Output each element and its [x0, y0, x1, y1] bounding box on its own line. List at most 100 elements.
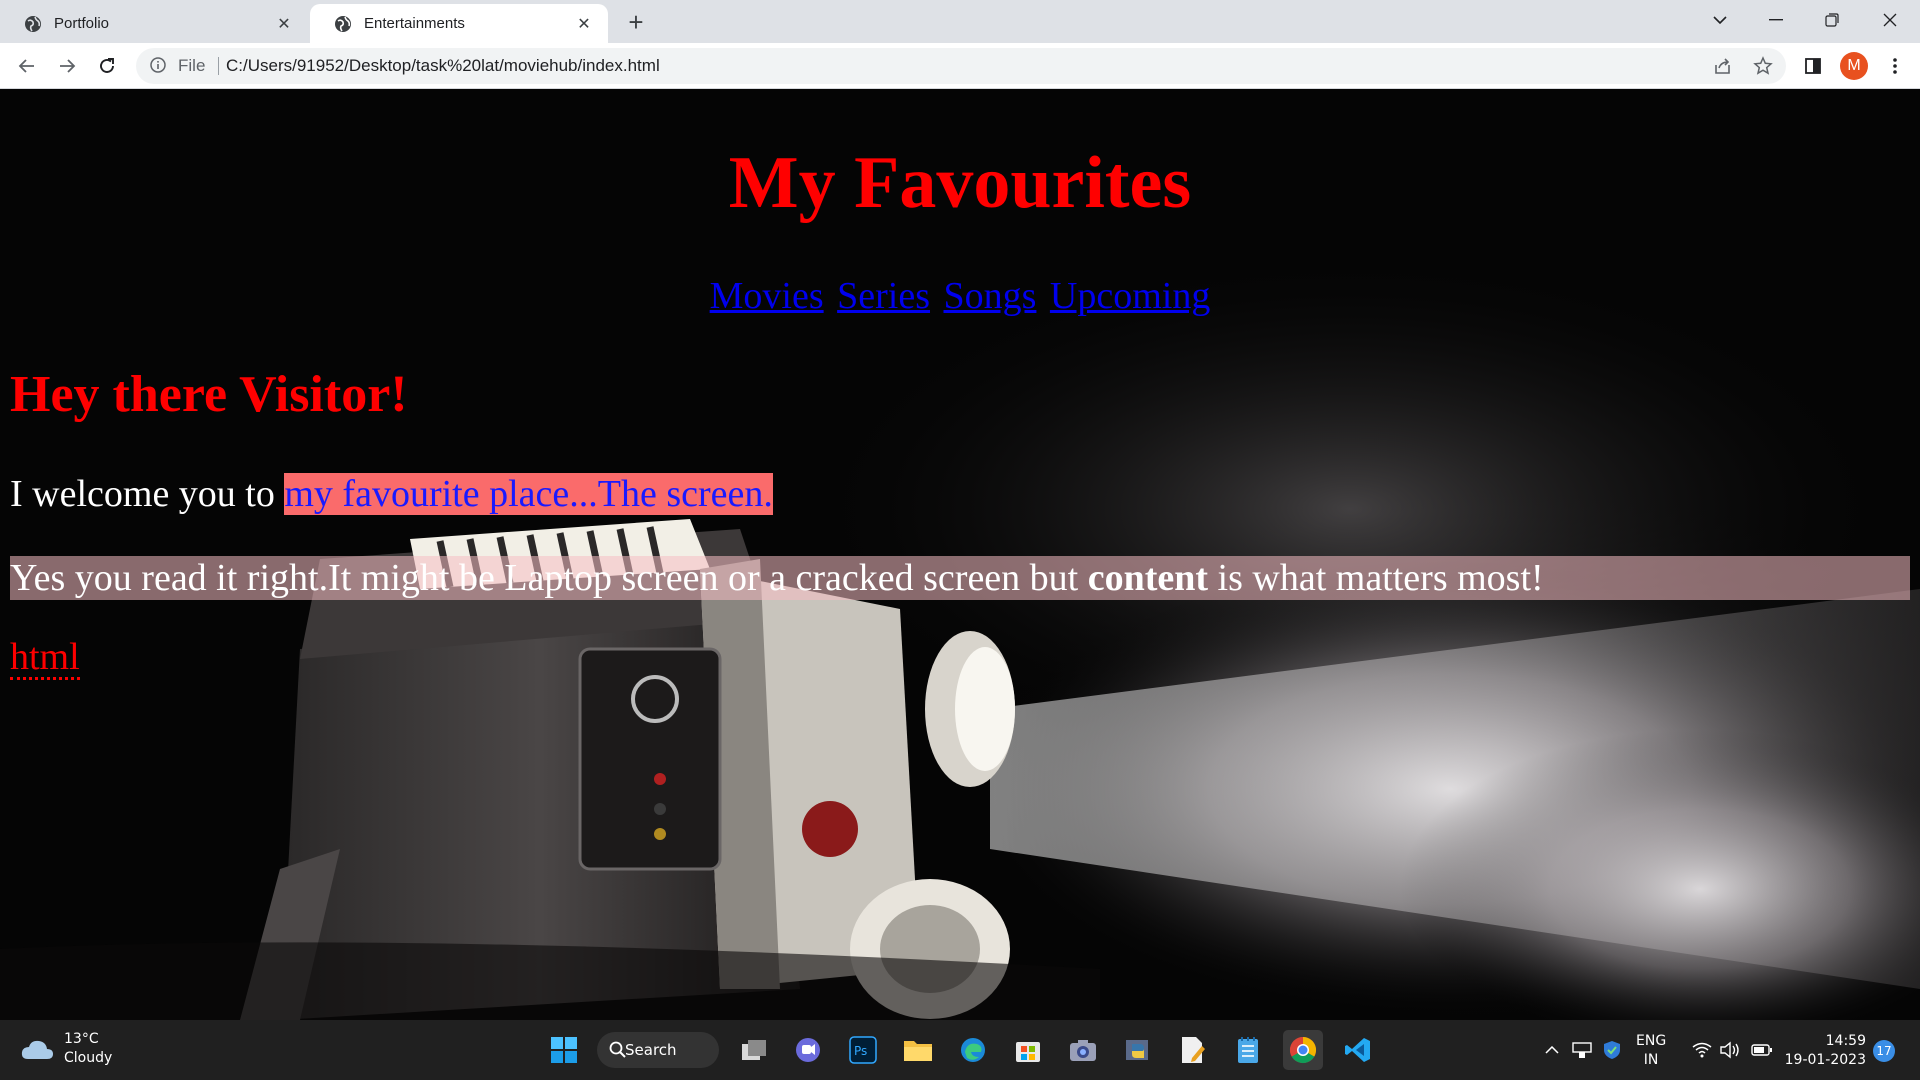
edge-app[interactable] [953, 1030, 993, 1070]
content-prefix: Yes you read it right.It might be Laptop… [10, 557, 1088, 599]
tab-strip: Portfolio ✕ Entertainments ✕ + [0, 0, 1920, 43]
more-vertical-icon [1893, 58, 1897, 74]
chrome-app[interactable] [1283, 1030, 1323, 1070]
cloud-icon [21, 1040, 53, 1059]
editor-app[interactable] [1173, 1030, 1213, 1070]
profile-avatar[interactable]: M [1840, 52, 1868, 80]
side-panel-button[interactable] [1800, 53, 1826, 79]
globe-icon [335, 15, 351, 32]
projector-background-image [0, 89, 1920, 1020]
tab-search-button[interactable] [1692, 0, 1748, 40]
photoshop-app[interactable]: Ps [843, 1030, 883, 1070]
menu-button[interactable] [1882, 53, 1908, 79]
reload-icon [100, 58, 114, 73]
nav-link-series[interactable]: Series [837, 275, 930, 317]
scheme-label: File [178, 56, 206, 75]
nav-link-songs[interactable]: Songs [944, 275, 1037, 317]
python-app[interactable] [1118, 1030, 1158, 1070]
tray-volume[interactable] [1716, 1020, 1744, 1080]
notepad-app[interactable] [1228, 1030, 1268, 1070]
divider [218, 57, 219, 75]
restore-button[interactable] [1804, 0, 1860, 40]
forward-button[interactable] [52, 51, 82, 81]
share-icon [1715, 58, 1730, 74]
vscode-icon [1345, 1038, 1370, 1062]
url-text[interactable]: C:/Users/91952/Desktop/task%20lat/movieh… [226, 56, 660, 76]
tray-overflow-button[interactable] [1538, 1020, 1566, 1080]
tray-network-drive[interactable] [1568, 1020, 1596, 1080]
close-window-button[interactable] [1862, 0, 1918, 40]
content-paragraph: Yes you read it right.It might be Laptop… [10, 556, 1910, 600]
weather-widget[interactable]: 13°C Cloudy [20, 1030, 112, 1068]
notification-badge[interactable]: 17 [1873, 1040, 1895, 1062]
windows-icon [551, 1037, 577, 1063]
tab-entertainments[interactable]: Entertainments ✕ [310, 4, 608, 43]
language-indicator[interactable]: ENG IN [1636, 1032, 1666, 1070]
camera-icon [1070, 1040, 1096, 1061]
nav-link-movies[interactable]: Movies [710, 275, 824, 317]
arrow-left-icon [18, 59, 34, 73]
chat-icon [796, 1038, 820, 1062]
address-bar[interactable]: File C:/Users/91952/Desktop/task%20lat/m… [136, 48, 1786, 84]
taskbar-search[interactable]: Search [597, 1032, 719, 1068]
tray-security[interactable] [1598, 1020, 1626, 1080]
task-view-icon [742, 1040, 766, 1060]
start-button[interactable] [544, 1030, 584, 1070]
wifi-icon [1692, 1042, 1712, 1058]
share-button[interactable] [1710, 53, 1736, 79]
bookmark-button[interactable] [1750, 53, 1776, 79]
notepad-icon [1238, 1037, 1258, 1063]
search-icon [609, 1041, 626, 1058]
task-view-button[interactable] [734, 1030, 774, 1070]
edge-icon [961, 1038, 985, 1062]
reload-button[interactable] [92, 51, 122, 81]
page-viewport: My Favourites Movies Series Songs Upcomi… [0, 89, 1920, 1020]
tab-title: Portfolio [54, 15, 110, 32]
tray-wifi[interactable] [1688, 1020, 1716, 1080]
globe-icon [25, 15, 41, 32]
abbreviation[interactable]: html [10, 637, 80, 680]
info-icon[interactable] [150, 57, 166, 73]
tab-title: Entertainments [364, 15, 465, 32]
battery-icon [1751, 1044, 1772, 1056]
restore-icon [1825, 13, 1839, 27]
folder-icon [904, 1041, 932, 1061]
back-button[interactable] [12, 51, 42, 81]
minimize-button[interactable] [1748, 0, 1804, 40]
clock[interactable]: 14:59 19-01-2023 [1780, 1032, 1866, 1070]
chevron-down-icon [1713, 16, 1727, 25]
python-icon [1126, 1040, 1148, 1060]
store-icon [1016, 1042, 1040, 1062]
highlighted-text: my favourite place...The screen. [284, 473, 773, 515]
photoshop-icon: Ps [849, 1036, 877, 1064]
teams-chat-button[interactable] [788, 1030, 828, 1070]
weather-temp: 13°C [64, 1031, 99, 1047]
welcome-paragraph: I welcome you to my favourite place...Th… [10, 472, 773, 516]
clock-date: 19-01-2023 [1784, 1052, 1866, 1068]
close-icon[interactable]: ✕ [574, 14, 594, 34]
store-app[interactable] [1008, 1030, 1048, 1070]
bold-word: content [1087, 557, 1209, 599]
new-tab-button[interactable]: + [622, 7, 650, 37]
page-title: My Favourites [728, 142, 1192, 224]
content-suffix: is what matters most! [1208, 557, 1544, 599]
language-line1: ENG [1636, 1033, 1667, 1049]
camera-app[interactable] [1063, 1030, 1103, 1070]
volume-icon [1720, 1041, 1739, 1059]
clock-time: 14:59 [1825, 1033, 1866, 1049]
close-icon [1883, 13, 1897, 27]
weather-condition: Cloudy [64, 1050, 113, 1066]
svg-text:Ps: Ps [854, 1044, 867, 1058]
vscode-app[interactable] [1338, 1030, 1378, 1070]
chevron-up-icon [1545, 1046, 1559, 1054]
nav-link-upcoming[interactable]: Upcoming [1050, 275, 1210, 317]
document-edit-icon [1182, 1037, 1205, 1063]
shield-icon [1604, 1041, 1620, 1059]
tab-portfolio[interactable]: Portfolio ✕ [0, 4, 308, 43]
close-icon[interactable]: ✕ [274, 14, 294, 34]
chrome-icon [1289, 1036, 1317, 1064]
language-line2: IN [1643, 1052, 1659, 1068]
tray-battery[interactable] [1748, 1020, 1776, 1080]
minimize-icon [1769, 19, 1783, 21]
file-explorer-app[interactable] [898, 1030, 938, 1070]
